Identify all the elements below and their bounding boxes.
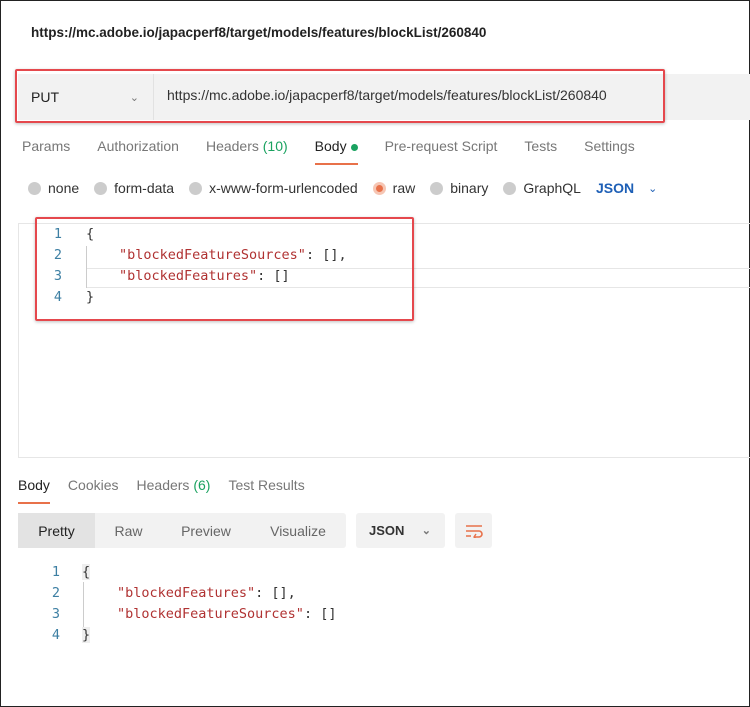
wrap-icon bbox=[465, 524, 483, 538]
wrap-lines-button[interactable] bbox=[455, 513, 492, 548]
tab-tests[interactable]: Tests bbox=[524, 138, 557, 154]
window-title: https://mc.adobe.io/japacperf8/target/mo… bbox=[31, 25, 487, 40]
tab-body[interactable]: Body bbox=[314, 138, 358, 165]
view-raw[interactable]: Raw bbox=[95, 513, 162, 548]
radio-urlencoded[interactable]: x-www-form-urlencoded bbox=[189, 180, 358, 196]
highlight-box bbox=[35, 217, 414, 321]
radio-binary[interactable]: binary bbox=[430, 180, 488, 196]
radio-form-data[interactable]: form-data bbox=[94, 180, 174, 196]
tab-response-headers[interactable]: Headers (6) bbox=[137, 477, 211, 493]
chevron-down-icon[interactable]: ⌄ bbox=[648, 182, 657, 195]
view-visualize[interactable]: Visualize bbox=[250, 513, 346, 548]
json-key: "blockedFeatureSources" bbox=[117, 606, 304, 622]
code-brace: } bbox=[82, 627, 91, 643]
highlight-box bbox=[15, 69, 665, 123]
tab-cookies[interactable]: Cookies bbox=[68, 477, 119, 493]
line-number: 2 bbox=[51, 585, 60, 601]
response-body: 1 2 3 4 { "blockedFeatures": [], "blocke… bbox=[18, 562, 750, 652]
radio-none[interactable]: none bbox=[28, 180, 79, 196]
json-key: "blockedFeatures" bbox=[117, 585, 256, 601]
tab-pre-request-script[interactable]: Pre-request Script bbox=[385, 138, 498, 154]
view-pretty[interactable]: Pretty bbox=[18, 513, 95, 548]
response-tabs: Body Cookies Headers (6) Test Results bbox=[18, 477, 323, 504]
json-value: : [], bbox=[255, 585, 296, 601]
tab-response-body[interactable]: Body bbox=[18, 477, 50, 504]
body-format-select[interactable]: JSON bbox=[596, 180, 634, 196]
tab-settings[interactable]: Settings bbox=[584, 138, 635, 154]
code-brace: { bbox=[82, 564, 91, 580]
body-type-radios: none form-data x-www-form-urlencoded raw… bbox=[28, 180, 657, 196]
view-preview[interactable]: Preview bbox=[162, 513, 250, 548]
modified-dot-icon bbox=[350, 143, 358, 151]
chevron-down-icon: ⌄ bbox=[421, 525, 431, 537]
line-number: 3 bbox=[51, 606, 60, 622]
tab-headers[interactable]: Headers (10) bbox=[206, 138, 288, 154]
tab-test-results[interactable]: Test Results bbox=[228, 477, 304, 493]
response-format-select[interactable]: JSON ⌄ bbox=[356, 513, 445, 548]
tab-params[interactable]: Params bbox=[22, 138, 70, 154]
line-number: 4 bbox=[51, 627, 60, 643]
line-number: 1 bbox=[51, 564, 60, 580]
view-mode-toggle: Pretty Raw Preview Visualize bbox=[18, 513, 346, 548]
tab-authorization[interactable]: Authorization bbox=[97, 138, 179, 154]
radio-graphql[interactable]: GraphQL bbox=[503, 180, 581, 196]
request-tabs: Params Authorization Headers (10) Body P… bbox=[22, 138, 662, 165]
json-value: : [] bbox=[303, 606, 337, 622]
radio-raw[interactable]: raw bbox=[372, 180, 415, 196]
